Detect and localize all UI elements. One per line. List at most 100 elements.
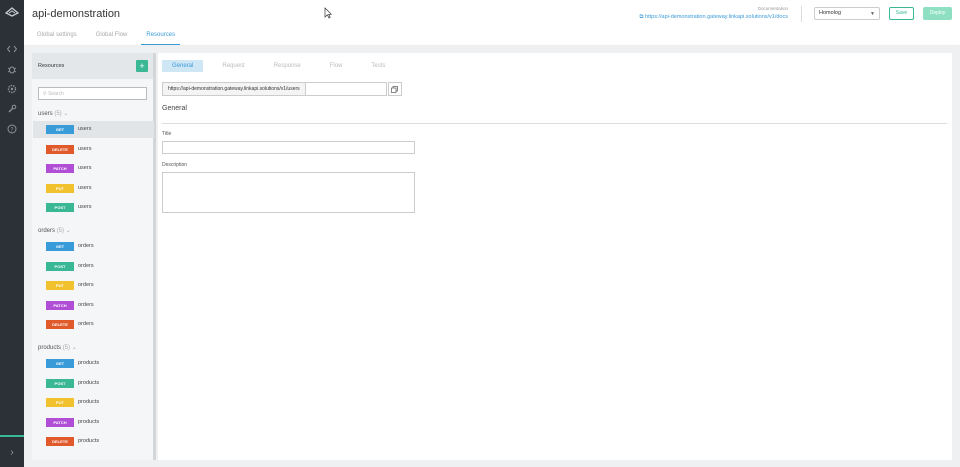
resource-list-item[interactable]: PATCH users (33, 160, 154, 177)
resource-label: users (78, 204, 92, 210)
method-badge: GET (46, 242, 74, 251)
resource-label: users (78, 165, 92, 171)
resource-label: orders (78, 243, 94, 249)
bug-icon[interactable] (6, 63, 18, 75)
description-label: Description (162, 162, 188, 168)
page-title: api-demonstration (32, 8, 121, 20)
method-badge: PATCH (46, 164, 74, 173)
wrench-icon[interactable] (6, 103, 18, 115)
method-badge: PATCH (46, 300, 74, 310)
method-badge: POST (46, 261, 74, 271)
resource-group-label[interactable]: products (5) ⌄ (38, 344, 77, 351)
top-tabs: Global settings Global Flow Resources (32, 32, 189, 45)
resource-list-item[interactable]: PUT orders (33, 277, 154, 294)
resource-url: https://api-demonstration.gateway.linkap… (162, 82, 306, 96)
left-rail: ? › (0, 0, 24, 467)
resource-label: users (78, 184, 92, 191)
resource-list-item[interactable]: PUT products (33, 394, 154, 411)
url-group: https://api-demonstration.gateway.linkap… (162, 82, 402, 96)
method-badge: PUT (46, 281, 74, 290)
resource-label: products (78, 360, 100, 366)
tab-request[interactable]: Request (212, 60, 254, 72)
resource-tabs: General Request Response Flow Tests (162, 60, 395, 72)
tab-flow[interactable]: Flow (320, 60, 353, 72)
resource-list-item[interactable]: DELETE orders (33, 316, 154, 333)
resource-group-label[interactable]: users (5) ⌄ (38, 110, 68, 117)
main-panel: General Request Response Flow Tests http… (158, 53, 952, 460)
documentation-url[interactable]: https://api-demonstration.gateway.linkap… (645, 14, 788, 20)
resource-list-item[interactable]: POST users (33, 199, 154, 216)
method-badge: GET (46, 359, 74, 368)
tab-general[interactable]: General (162, 60, 204, 72)
rail-accent-line (0, 435, 24, 437)
resource-list-item[interactable]: PATCH products (33, 414, 154, 431)
group-name: products (38, 345, 62, 351)
chevron-down-icon: ▼ (870, 11, 875, 17)
resource-list-item[interactable]: DELETE users (33, 141, 154, 158)
method-badge: DELETE (46, 144, 74, 154)
method-badge: GET (46, 125, 74, 134)
sidebar-title: Resources (38, 63, 65, 69)
resource-label: products (78, 418, 100, 425)
resource-list-item[interactable]: POST products (33, 375, 154, 392)
tab-global-flow[interactable]: Global Flow (91, 32, 133, 45)
help-icon[interactable]: ? (6, 123, 18, 135)
add-resource-button[interactable]: + (136, 60, 148, 72)
expand-chevron-icon[interactable]: › (6, 447, 18, 459)
logo-icon (4, 7, 20, 17)
mouse-cursor-icon (324, 7, 332, 19)
url-path-input[interactable] (305, 82, 387, 96)
resource-label: orders (78, 262, 94, 269)
group-count: (5) (62, 345, 71, 351)
group-name: users (38, 111, 53, 117)
resource-label: products (78, 438, 100, 444)
tab-resources[interactable]: Resources (141, 32, 181, 45)
header-divider (801, 6, 802, 22)
method-badge: DELETE (46, 320, 74, 329)
search-input[interactable]: ⚲ Search (38, 87, 147, 100)
description-textarea[interactable] (162, 172, 415, 213)
deploy-button[interactable]: Deploy (923, 7, 952, 20)
search-placeholder: Search (48, 91, 64, 97)
save-button[interactable]: Save (889, 7, 914, 20)
gear-icon[interactable] (6, 83, 18, 95)
method-badge: POST (46, 203, 74, 212)
environment-value: Homolog (819, 10, 842, 16)
tab-global-settings[interactable]: Global settings (32, 32, 82, 45)
environment-select[interactable]: Homolog ▼ (814, 7, 880, 20)
resource-list-item[interactable]: POST orders (33, 258, 154, 275)
resource-label: orders (78, 321, 94, 327)
svg-text:?: ? (10, 126, 13, 133)
chevron-down-icon: ⌄ (64, 228, 71, 234)
copy-icon (391, 85, 399, 93)
group-count: (5) (56, 228, 65, 234)
sidebar-header: Resources + (32, 53, 153, 79)
resource-list-item[interactable]: GET orders (33, 238, 154, 255)
tab-response[interactable]: Response (264, 60, 311, 72)
title-label: Title (162, 131, 172, 137)
section-title: General (162, 105, 187, 112)
resource-list-item[interactable]: DELETE products (33, 433, 154, 450)
section-divider (162, 123, 947, 124)
resource-group-label[interactable]: orders (5) ⌄ (38, 227, 71, 234)
resource-list-item[interactable]: GET products (33, 355, 154, 372)
method-badge: POST (46, 378, 74, 388)
copy-button[interactable] (387, 82, 402, 96)
resource-label: products (78, 379, 100, 386)
group-name: orders (38, 228, 56, 234)
chevron-down-icon: ⌄ (70, 345, 77, 351)
documentation-label: Documentation (757, 6, 788, 11)
resources-sidebar: Resources + ⚲ Search users (5) ⌄ GET users… (32, 53, 156, 460)
tab-tests[interactable]: Tests (361, 60, 395, 72)
method-badge: PUT (46, 183, 74, 193)
documentation-link[interactable]: ⧉ https://api-demonstration.gateway.link… (640, 14, 788, 21)
resource-list-item[interactable]: GET users (33, 121, 154, 138)
resource-label: orders (78, 301, 94, 308)
resource-list-item[interactable]: PUT users (33, 180, 154, 197)
code-icon[interactable] (6, 43, 18, 55)
resource-list-item[interactable]: PATCH orders (33, 297, 154, 314)
resource-label: products (78, 399, 100, 405)
method-badge: PATCH (46, 417, 74, 427)
title-input[interactable] (162, 141, 415, 154)
resource-label: users (78, 126, 92, 132)
